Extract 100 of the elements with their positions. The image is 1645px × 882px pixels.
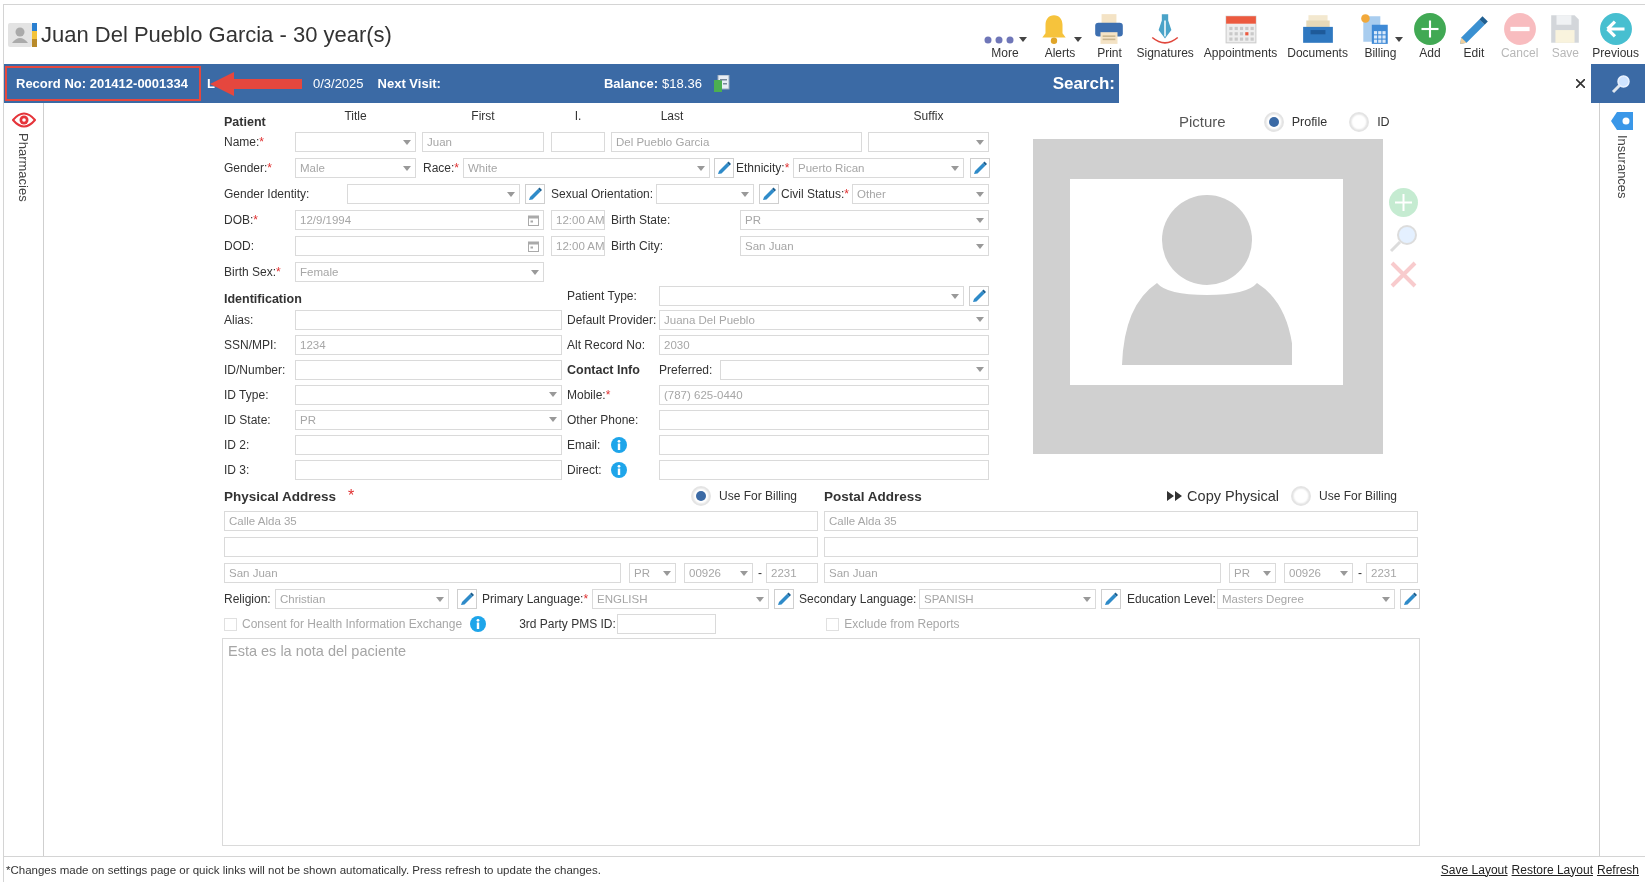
info-icon[interactable]	[611, 436, 627, 453]
select-field[interactable]	[720, 359, 989, 380]
toolbar-button[interactable]: Documents	[1283, 10, 1352, 60]
select-field[interactable]: Masters Degree	[1217, 589, 1395, 609]
input-field[interactable]: (787) 625-0440	[659, 384, 989, 405]
calendar-icon[interactable]	[528, 240, 539, 252]
caret-icon	[663, 570, 671, 576]
input-field[interactable]	[824, 537, 1418, 557]
select-field[interactable]: PR	[1229, 563, 1276, 583]
toolbar-button[interactable]: Billing	[1353, 10, 1407, 60]
select-field[interactable]: SPANISH	[919, 589, 1096, 609]
input-field[interactable]	[295, 459, 562, 480]
input-field[interactable]	[659, 409, 989, 430]
select-field[interactable]: Christian	[275, 589, 449, 609]
edit-button[interactable]	[1101, 589, 1121, 609]
section-heading: Physical Address	[224, 488, 337, 504]
date-field[interactable]	[295, 236, 544, 256]
select-field[interactable]: ENGLISH	[592, 589, 769, 609]
select-field[interactable]: 00926	[1284, 563, 1353, 583]
window-title: Juan Del Pueblo Garcia - 30 year(s)	[41, 21, 392, 48]
info-icon[interactable]	[470, 616, 487, 632]
input-field[interactable]: 2030	[659, 334, 989, 355]
notes-field[interactable]: Esta es la nota del paciente	[222, 638, 1420, 846]
toolbar-button[interactable]: More	[978, 10, 1032, 60]
side-tab[interactable]: Insurances	[1610, 111, 1635, 199]
calendar-icon[interactable]	[528, 214, 539, 226]
radio-button[interactable]	[1263, 111, 1284, 132]
input-field[interactable]: 1234	[295, 334, 562, 355]
select-field[interactable]	[295, 384, 562, 405]
caret-icon	[951, 165, 959, 171]
radio-button[interactable]	[690, 486, 711, 506]
toolbar-button[interactable]: Previous	[1588, 10, 1643, 60]
select-field[interactable]: San Juan	[740, 236, 989, 256]
input-field[interactable]	[295, 359, 562, 380]
side-tab[interactable]: Pharmacies	[11, 111, 36, 202]
toolbar-button[interactable]: Print	[1088, 10, 1131, 60]
input-field[interactable]	[224, 537, 818, 557]
select-field[interactable]: Puerto Rican	[793, 158, 964, 178]
separator-text: -	[1357, 566, 1363, 580]
edit-button[interactable]	[714, 158, 734, 178]
input-field[interactable]: San Juan	[224, 563, 621, 583]
input-field[interactable]	[295, 309, 562, 330]
input-field[interactable]	[295, 434, 562, 455]
footer-link[interactable]: Save Layout	[1440, 862, 1508, 877]
select-field[interactable]: Male	[295, 158, 416, 178]
field-label: Default Provider:	[567, 312, 658, 327]
input-field[interactable]	[551, 132, 605, 152]
clear-icon[interactable]	[1576, 79, 1585, 88]
select-field[interactable]	[656, 184, 754, 204]
input-field[interactable]	[659, 434, 989, 455]
input-field[interactable]: Juan	[422, 132, 544, 152]
select-field[interactable]: White	[463, 158, 710, 178]
footer-link[interactable]: Restore Layout	[1511, 862, 1593, 877]
edit-button[interactable]	[970, 158, 990, 178]
select-field[interactable]: PR	[740, 210, 989, 230]
field-label: Civil Status:*	[781, 187, 851, 201]
select-field[interactable]: Juana Del Pueblo	[659, 309, 989, 330]
input-field[interactable]: San Juan	[824, 563, 1221, 583]
plus-icon	[1412, 12, 1447, 46]
select-field[interactable]	[659, 286, 964, 306]
time-field[interactable]: 12:00 AM	[551, 236, 605, 256]
footer-link[interactable]: Refresh	[1596, 862, 1639, 877]
edit-button[interactable]	[525, 184, 545, 204]
input-field[interactable]: 2231	[1366, 563, 1418, 583]
select-field[interactable]: Female	[295, 262, 544, 282]
field-label: Gender:*	[224, 161, 274, 175]
input-field[interactable]: Calle Alda 35	[224, 511, 818, 531]
edit-button[interactable]	[1400, 589, 1420, 609]
input-field[interactable]: Del Pueblo Garcia	[611, 132, 862, 152]
field-label: Secondary Language:	[799, 592, 918, 606]
radio-button[interactable]	[1290, 486, 1311, 506]
select-field[interactable]: Other	[852, 184, 989, 204]
edit-button[interactable]	[457, 589, 477, 609]
edit-button[interactable]	[969, 286, 989, 306]
toolbar-button[interactable]: Appointments	[1199, 10, 1282, 60]
edit-button[interactable]	[774, 589, 794, 609]
select-field[interactable]	[295, 132, 416, 152]
input-field[interactable]: 2231	[766, 563, 818, 583]
copy-physical-button[interactable]: Copy Physical	[1167, 488, 1279, 504]
field-label: ID 2:	[224, 437, 251, 452]
radio-button[interactable]	[1349, 111, 1370, 132]
edit-button[interactable]	[759, 184, 779, 204]
date-field[interactable]: 12/9/1994	[295, 210, 544, 230]
time-field[interactable]: 12:00 AM	[551, 210, 605, 230]
input-field[interactable]: Calle Alda 35	[824, 511, 1418, 531]
input-field[interactable]	[617, 614, 717, 634]
toolbar-button[interactable]: Edit	[1452, 10, 1495, 60]
select-field[interactable]: PR	[295, 409, 562, 430]
document-icon[interactable]	[713, 75, 730, 92]
toolbar-button[interactable]: Signatures	[1132, 10, 1198, 60]
select-field[interactable]: 00926	[684, 563, 753, 583]
select-field[interactable]: PR	[629, 563, 676, 583]
caret-icon	[507, 191, 515, 197]
input-field[interactable]	[659, 459, 989, 480]
info-icon[interactable]	[611, 461, 627, 478]
select-field[interactable]	[347, 184, 520, 204]
toolbar-button[interactable]: Alerts	[1033, 10, 1087, 60]
column-heading: First	[470, 109, 496, 123]
select-field[interactable]	[868, 132, 989, 152]
toolbar-button[interactable]: Add	[1408, 10, 1451, 60]
